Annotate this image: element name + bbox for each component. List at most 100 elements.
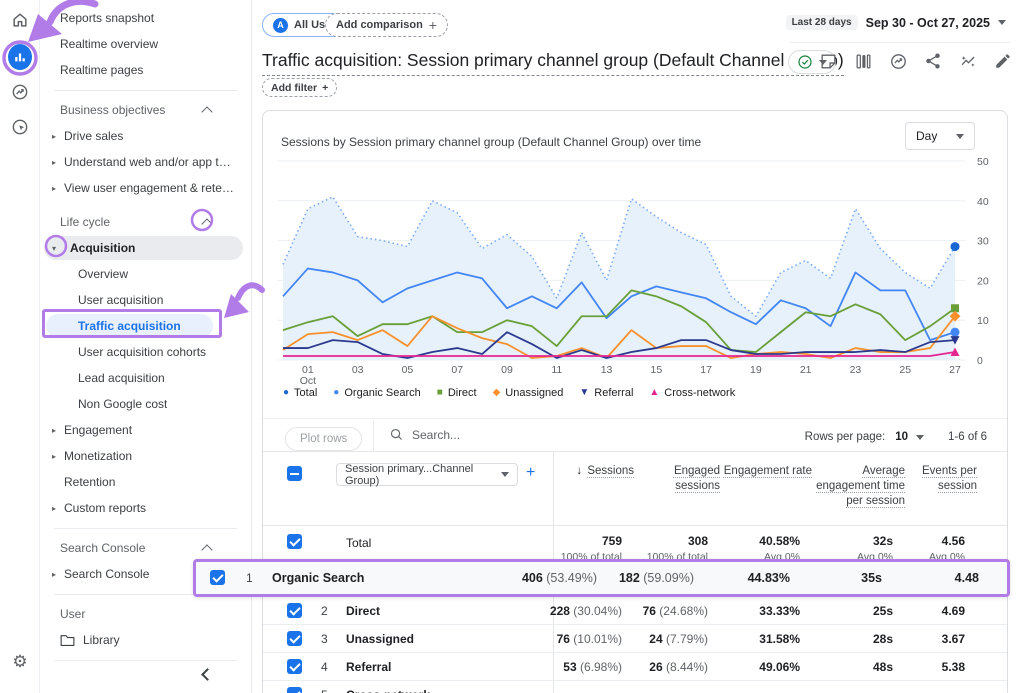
metric-value: 25s	[873, 604, 893, 618]
sidebar-section-life-cycle[interactable]: Life cycle	[40, 209, 251, 235]
sidebar-item-label: Realtime pages	[60, 63, 143, 77]
sidebar-item-label: Engagement	[64, 423, 132, 437]
legend-label: Cross-network	[664, 387, 735, 399]
x-axis-tick-label: 23	[850, 364, 862, 376]
edit-pencil-icon[interactable]	[992, 50, 1014, 72]
chevron-up-icon[interactable]	[201, 544, 212, 555]
sidebar-section-user[interactable]: User	[40, 601, 251, 627]
row-checkbox[interactable]	[287, 687, 302, 693]
table-row-cross-network[interactable]: 5 Cross-network	[263, 681, 1007, 693]
row-name: Cross-network	[346, 688, 430, 693]
metric-main-value: 26 (8.44%)	[649, 660, 708, 674]
explore-icon[interactable]	[8, 80, 32, 104]
advertising-icon[interactable]	[8, 115, 32, 139]
sidebar-item-library[interactable]: Library	[40, 627, 251, 653]
sidebar-item-monetization[interactable]: ▸Monetization	[40, 443, 251, 469]
sidebar-item-label: Retention	[64, 475, 115, 489]
sidebar-section-business-objectives[interactable]: Business objectives	[40, 97, 251, 123]
reports-icon[interactable]	[8, 45, 32, 69]
plot-rows-button[interactable]: Plot rows	[285, 427, 362, 451]
legend-label: Total	[294, 387, 317, 399]
home-icon[interactable]	[8, 8, 32, 32]
x-axis-tick-label: 25	[899, 364, 911, 376]
row-checkbox[interactable]	[287, 631, 302, 646]
table-row-unassigned[interactable]: 3Unassigned76 (10.01%)24 (7.79%)31.58%28…	[263, 625, 1007, 653]
column-header-label: Engagement rate	[724, 465, 812, 477]
sidebar-item-retention[interactable]: Retention	[40, 469, 251, 495]
sidebar-item-view-user-engagement-rete-[interactable]: ▸View user engagement & rete…	[40, 175, 251, 201]
chevron-up-icon[interactable]	[201, 218, 212, 229]
sidebar-section-search-console[interactable]: Search Console	[40, 535, 251, 561]
column-header-sessions[interactable]: ↓ Sessions	[542, 464, 634, 479]
caret-right-icon: ▸	[52, 452, 56, 461]
chart-title: Sessions by Session primary channel grou…	[281, 135, 701, 149]
metric-number: 26	[649, 660, 662, 674]
total-row-checkbox[interactable]	[287, 534, 302, 549]
legend-item-cross-network: ▲Cross-network	[649, 387, 735, 399]
row-checkbox[interactable]	[287, 659, 302, 674]
column-header-events-per-session[interactable]: Events per session	[885, 464, 977, 494]
sidebar-item-custom-reports[interactable]: ▸Custom reports	[40, 495, 251, 521]
metric-number: 406	[522, 571, 543, 585]
add-filter-button[interactable]: Add filter +	[262, 78, 337, 97]
rows-per-page-dropdown[interactable]: 10	[895, 431, 924, 443]
date-range-picker[interactable]: Last 28 days Sep 30 - Oct 27, 2025	[786, 15, 1006, 30]
sidebar-divider	[40, 83, 251, 97]
x-axis-tick-label: 05	[402, 364, 414, 376]
metric-main-value: 228 (30.04%)	[550, 604, 622, 618]
search-input[interactable]	[412, 428, 592, 442]
collapse-sidebar-icon[interactable]	[198, 665, 216, 683]
sidebar-item-label: Drive sales	[64, 129, 123, 143]
metric-number: 76	[643, 604, 656, 618]
controls-divider	[263, 418, 1007, 419]
dimension-dropdown[interactable]: Session primary...Channel Group)	[336, 463, 518, 486]
chevron-up-icon[interactable]	[201, 106, 212, 117]
sidebar-item-reports-snapshot[interactable]: Reports snapshot	[40, 5, 251, 31]
note-icon[interactable]	[817, 50, 839, 72]
trend-circle-icon[interactable]	[887, 50, 909, 72]
sidebar-item-label: Non Google cost	[78, 397, 167, 411]
select-all-checkbox[interactable]	[287, 466, 302, 481]
metric-main-value: 759	[561, 534, 622, 548]
metric-value: 28s	[873, 632, 893, 646]
table-row-referral[interactable]: 4Referral53 (6.98%)26 (8.44%)49.06%48s5.…	[263, 653, 1007, 681]
compare-icon[interactable]	[852, 50, 874, 72]
sidebar-section-label: Search Console	[60, 541, 145, 555]
table-search[interactable]	[389, 427, 592, 442]
granularity-dropdown[interactable]: Day	[905, 122, 975, 150]
highlighted-row-organic-search[interactable]: 1 Organic Search 406 (53.49%)182 (59.09%…	[193, 559, 1010, 597]
sidebar-item-realtime-pages[interactable]: Realtime pages	[40, 57, 251, 83]
sidebar-item-non-google-cost[interactable]: Non Google cost	[40, 391, 251, 417]
add-comparison-button[interactable]: Add comparison +	[325, 13, 448, 37]
settings-gear-icon[interactable]: ⚙	[8, 650, 32, 674]
sidebar-item-acquisition[interactable]: ▾Acquisition	[40, 235, 251, 261]
row-name: Direct	[346, 604, 380, 618]
sidebar-item-overview[interactable]: Overview	[40, 261, 251, 287]
row-number: 4	[321, 660, 328, 674]
row-checkbox[interactable]	[210, 570, 225, 585]
sidebar-item-label: Acquisition	[70, 241, 135, 255]
legend-label: Referral	[594, 387, 633, 399]
column-header-engaged-sessions[interactable]: Engaged sessions	[628, 464, 720, 494]
metric-main-value: 24 (7.79%)	[649, 632, 708, 646]
add-dimension-icon[interactable]: +	[526, 464, 535, 482]
share-icon[interactable]	[922, 50, 944, 72]
sidebar-item-drive-sales[interactable]: ▸Drive sales	[40, 123, 251, 149]
page-title[interactable]: Traffic acquisition: Session primary cha…	[262, 50, 844, 76]
table-row-direct[interactable]: 2Direct228 (30.04%)76 (24.68%)33.33%25s4…	[263, 597, 1007, 625]
sidebar-item-traffic-acquisition[interactable]: Traffic acquisition	[40, 313, 251, 339]
row-checkbox[interactable]	[287, 603, 302, 618]
sidebar-item-understand-web-and-or-app-t-[interactable]: ▸Understand web and/or app t…	[40, 149, 251, 175]
sidebar-item-lead-acquisition[interactable]: Lead acquisition	[40, 365, 251, 391]
metric-main-value: 3.67	[942, 632, 965, 646]
sidebar-item-realtime-overview[interactable]: Realtime overview	[40, 31, 251, 57]
sidebar-item-user-acquisition[interactable]: User acquisition	[40, 287, 251, 313]
sidebar-item-engagement[interactable]: ▸Engagement	[40, 417, 251, 443]
row-number: 5	[321, 688, 328, 693]
legend-item-organic-search: ●Organic Search	[333, 387, 420, 399]
insights-icon[interactable]	[957, 50, 979, 72]
column-header-label: Sessions	[587, 465, 634, 477]
column-header-engagement-rate[interactable]: Engagement rate	[720, 464, 812, 479]
row-name: Organic Search	[272, 571, 364, 585]
sidebar-item-user-acquisition-cohorts[interactable]: User acquisition cohorts	[40, 339, 251, 365]
